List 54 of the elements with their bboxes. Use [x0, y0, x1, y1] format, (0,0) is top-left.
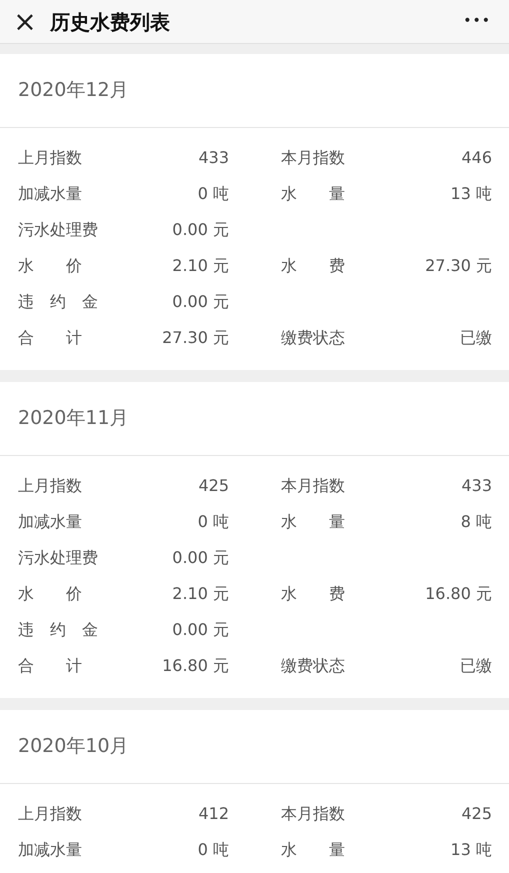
field-label: 水 量	[281, 183, 345, 205]
field-label: 合 计	[18, 327, 82, 349]
field-value: 0.00 元	[172, 219, 229, 241]
month-title: 2020年10月	[18, 734, 129, 760]
field-value: 13 吨	[450, 839, 492, 861]
field-label: 本月指数	[281, 147, 345, 169]
field-label: 违 约 金	[18, 291, 98, 313]
field-value: 27.30 元	[162, 327, 229, 349]
field-label: 水 价	[18, 583, 82, 605]
field-value: 433	[461, 475, 492, 497]
month-title: 2020年12月	[18, 78, 129, 104]
field-label: 水 费	[281, 255, 345, 277]
field-value: 已缴	[460, 655, 492, 677]
field-value: 0.00 元	[172, 291, 229, 313]
field-label: 污水处理费	[18, 547, 98, 569]
more-button[interactable]: •••	[463, 11, 491, 32]
field-value: 13 吨	[450, 183, 492, 205]
field-value: 412	[198, 803, 229, 825]
field-value: 0.00 元	[172, 619, 229, 641]
field-label: 污水处理费	[18, 219, 98, 241]
field-label: 本月指数	[281, 803, 345, 825]
field-value: 27.30 元	[425, 255, 492, 277]
field-label: 加减水量	[18, 839, 82, 861]
field-value: 0 吨	[198, 839, 229, 861]
field-label: 水 量	[281, 839, 345, 861]
field-value: 2.10 元	[172, 583, 229, 605]
field-value: 0 吨	[198, 183, 229, 205]
field-value: 0 吨	[198, 511, 229, 533]
field-value: 0.00 元	[172, 547, 229, 569]
field-label: 缴费状态	[281, 327, 345, 349]
field-value: 425	[461, 803, 492, 825]
month-title: 2020年11月	[18, 406, 129, 432]
field-label: 上月指数	[18, 803, 82, 825]
field-value: 433	[198, 147, 229, 169]
field-value: 2.10 元	[172, 255, 229, 277]
field-value: 16.80 元	[162, 655, 229, 677]
field-label: 违 约 金	[18, 619, 98, 641]
field-label: 加减水量	[18, 183, 82, 205]
field-label: 水 价	[18, 255, 82, 277]
field-value: 16.80 元	[425, 583, 492, 605]
field-label: 合 计	[18, 655, 82, 677]
field-value: 已缴	[460, 327, 492, 349]
field-label: 水 费	[281, 583, 345, 605]
field-value: 446	[461, 147, 492, 169]
field-label: 加减水量	[18, 511, 82, 533]
field-label: 水 量	[281, 511, 345, 533]
field-label: 本月指数	[281, 475, 345, 497]
page-title: 历史水费列表	[50, 8, 170, 36]
field-label: 缴费状态	[281, 655, 345, 677]
field-value: 8 吨	[460, 511, 492, 533]
field-label: 上月指数	[18, 475, 82, 497]
close-button[interactable]: ×	[12, 8, 38, 36]
field-value: 425	[198, 475, 229, 497]
field-label: 上月指数	[18, 147, 82, 169]
